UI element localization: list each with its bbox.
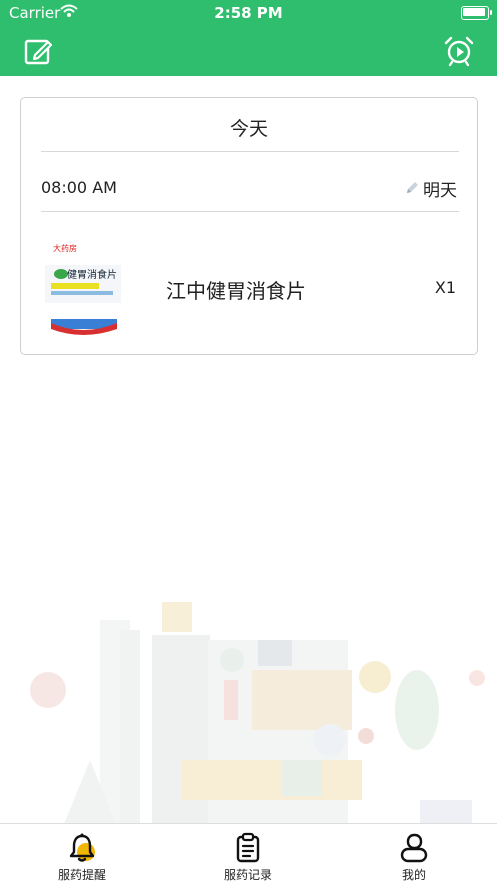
tomorrow-button[interactable]: 明天: [423, 176, 457, 201]
background-illustration: [0, 560, 497, 824]
clipboard-icon: [236, 832, 260, 863]
tab-medication-record[interactable]: 服药记录: [188, 824, 308, 884]
bell-icon: [69, 833, 95, 862]
medicine-image: 大药房 健胃消食片: [45, 243, 121, 335]
product-text: 健胃消食片: [67, 268, 117, 281]
tab-label: 服药记录: [223, 868, 272, 882]
reminder-card: 今天 08:00 AM 明天 大药房 健胃消食片 江中健胃消食片 X1: [20, 97, 478, 355]
tab-label: 服药提醒: [57, 868, 106, 882]
pencil-icon[interactable]: [405, 181, 419, 195]
clock: 2:58 PM: [214, 4, 283, 22]
divider: [41, 151, 459, 152]
battery-icon: [461, 6, 492, 20]
tab-medication-reminder[interactable]: 服药提醒: [22, 824, 142, 884]
nav-bar: [0, 26, 497, 76]
status-bar: Carrier 2:58 PM: [0, 0, 497, 26]
medicine-name: 江中健胃消食片: [166, 279, 306, 303]
reminder-time: 08:00 AM: [41, 178, 117, 197]
divider: [41, 211, 459, 212]
tab-label: 我的: [401, 868, 426, 882]
alarm-clock-icon[interactable]: [443, 35, 475, 67]
tab-bar: 服药提醒 服药记录 我的: [0, 823, 497, 884]
edit-icon[interactable]: [22, 35, 54, 67]
tab-mine[interactable]: 我的: [354, 824, 474, 884]
day-title: 今天: [229, 118, 268, 140]
brand-text: 大药房: [53, 243, 77, 253]
medicine-quantity: X1: [434, 278, 456, 297]
user-icon: [400, 833, 428, 863]
